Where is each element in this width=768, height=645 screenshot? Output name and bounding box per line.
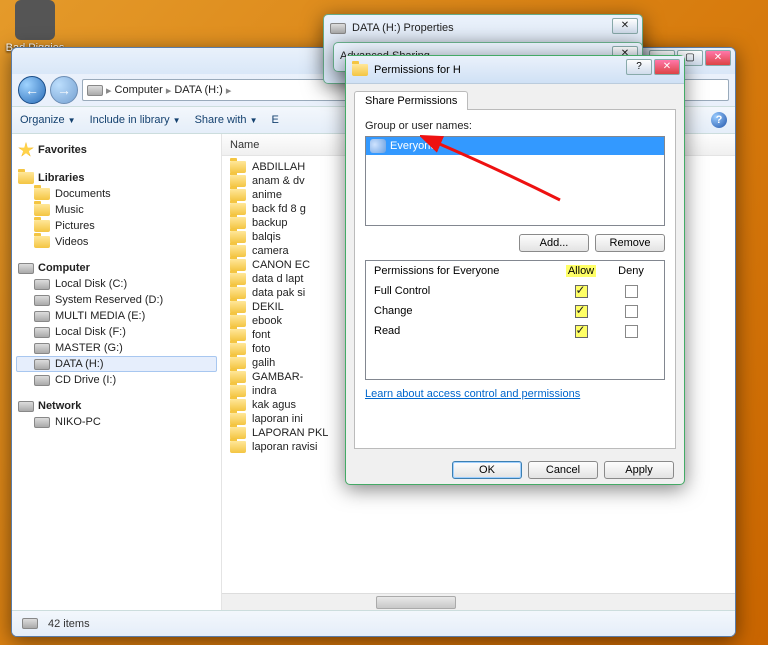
user-everyone[interactable]: Everyone — [366, 137, 664, 155]
nav-drive-d[interactable]: System Reserved (D:) — [16, 292, 217, 308]
nav-drive-g[interactable]: MASTER (G:) — [16, 340, 217, 356]
tab-share-permissions[interactable]: Share Permissions — [354, 91, 468, 110]
permissions-title: Permissions for H — [374, 64, 461, 76]
computer-icon — [87, 85, 103, 96]
tab-strip: Share Permissions — [346, 84, 684, 109]
permissions-dialog: Permissions for H ? ✕ Share Permissions … — [345, 55, 685, 485]
deny-checkbox[interactable] — [625, 305, 638, 318]
nav-drive-f[interactable]: Local Disk (F:) — [16, 324, 217, 340]
drive-icon — [34, 295, 50, 306]
drive-icon — [34, 343, 50, 354]
permission-name: Change — [374, 305, 556, 321]
allow-checkbox[interactable] — [575, 285, 588, 298]
app-icon — [15, 0, 55, 40]
permissions-grid: Permissions for Everyone Allow Deny Full… — [365, 260, 665, 380]
users-icon — [370, 139, 386, 153]
drive-icon — [34, 375, 50, 386]
nav-documents[interactable]: Documents — [16, 186, 217, 202]
computer-icon — [34, 417, 50, 428]
nav-forward-button[interactable]: → — [50, 76, 78, 104]
nav-back-button[interactable]: ← — [18, 76, 46, 104]
favorites-header[interactable]: Favorites — [16, 140, 217, 160]
toolbar-extra[interactable]: E — [271, 114, 278, 126]
nav-pane: Favorites Libraries Documents Music Pict… — [12, 134, 222, 610]
network-header[interactable]: Network — [16, 398, 217, 414]
drive-icon — [34, 311, 50, 322]
learn-link[interactable]: Learn about access control and permissio… — [365, 388, 580, 400]
close-button[interactable]: ✕ — [705, 50, 731, 66]
user-name: Everyone — [390, 140, 436, 152]
permissions-titlebar[interactable]: Permissions for H ? ✕ — [346, 56, 684, 84]
group-names-label: Group or user names: — [365, 120, 665, 132]
deny-checkbox[interactable] — [625, 285, 638, 298]
computer-header[interactable]: Computer — [16, 260, 217, 276]
folder-icon — [34, 204, 50, 216]
drive-icon — [22, 618, 38, 629]
organize-button[interactable]: Organize▼ — [20, 114, 76, 126]
nav-videos[interactable]: Videos — [16, 234, 217, 250]
folder-icon — [352, 64, 368, 76]
folder-icon — [230, 441, 246, 453]
ok-button[interactable]: OK — [452, 461, 522, 479]
desktop-icon-bad-piggies[interactable]: Bad Piggies — [0, 0, 70, 54]
star-icon — [18, 142, 34, 158]
close-button[interactable]: ✕ — [612, 18, 638, 34]
help-button[interactable]: ? — [626, 59, 652, 75]
permission-row: Full Control — [374, 283, 656, 303]
apply-button[interactable]: Apply — [604, 461, 674, 479]
include-in-library-button[interactable]: Include in library▼ — [90, 114, 181, 126]
computer-icon — [18, 263, 34, 274]
breadcrumb-computer[interactable]: Computer — [115, 84, 163, 96]
nav-drive-c[interactable]: Local Disk (C:) — [16, 276, 217, 292]
close-button[interactable]: ✕ — [654, 59, 680, 75]
nav-drive-h[interactable]: DATA (H:) — [16, 356, 217, 372]
drive-icon — [34, 327, 50, 338]
status-text: 42 items — [48, 618, 90, 630]
cancel-button[interactable]: Cancel — [528, 461, 598, 479]
permission-row: Read — [374, 323, 656, 343]
nav-niko-pc[interactable]: NIKO-PC — [16, 414, 217, 430]
breadcrumb-drive[interactable]: DATA (H:) — [174, 84, 222, 96]
folder-icon — [34, 220, 50, 232]
scroll-thumb[interactable] — [376, 596, 456, 609]
nav-music[interactable]: Music — [16, 202, 217, 218]
deny-checkbox[interactable] — [625, 325, 638, 338]
drive-icon — [330, 23, 346, 34]
help-button[interactable]: ? — [711, 112, 727, 128]
horizontal-scrollbar[interactable] — [222, 593, 735, 610]
nav-pictures[interactable]: Pictures — [16, 218, 217, 234]
drive-icon — [34, 279, 50, 290]
status-bar: 42 items — [12, 610, 735, 636]
add-button[interactable]: Add... — [519, 234, 589, 252]
allow-checkbox[interactable] — [575, 325, 588, 338]
folder-icon — [34, 236, 50, 248]
libraries-header[interactable]: Libraries — [16, 170, 217, 186]
allow-checkbox[interactable] — [575, 305, 588, 318]
permission-name: Read — [374, 325, 556, 341]
permission-name: Full Control — [374, 285, 556, 301]
share-with-button[interactable]: Share with▼ — [195, 114, 258, 126]
nav-drive-e[interactable]: MULTI MEDIA (E:) — [16, 308, 217, 324]
permissions-panel: Group or user names: Everyone Add... Rem… — [354, 109, 676, 449]
permissions-for-label: Permissions for Everyone — [374, 265, 556, 277]
network-icon — [18, 401, 34, 412]
drive-icon — [34, 359, 50, 370]
folder-icon — [34, 188, 50, 200]
allow-header: Allow — [566, 265, 596, 277]
properties-title: DATA (H:) Properties — [352, 22, 454, 34]
user-list[interactable]: Everyone — [365, 136, 665, 226]
deny-header: Deny — [606, 265, 656, 277]
nav-drive-i[interactable]: CD Drive (I:) — [16, 372, 217, 388]
libraries-icon — [18, 172, 34, 184]
permission-row: Change — [374, 303, 656, 323]
remove-button[interactable]: Remove — [595, 234, 665, 252]
properties-titlebar[interactable]: DATA (H:) Properties ✕ — [324, 15, 642, 41]
